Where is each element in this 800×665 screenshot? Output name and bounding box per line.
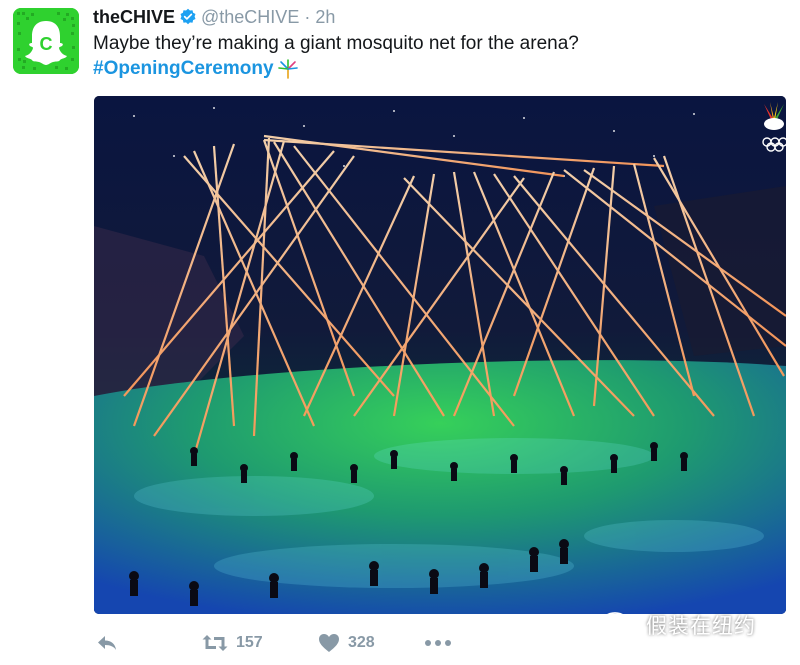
reply-button[interactable] [96, 628, 118, 658]
hashtag-link[interactable]: #OpeningCeremony [93, 58, 274, 80]
author-handle[interactable]: @theCHIVE [201, 7, 299, 28]
tweet-text: Maybe they’re making a giant mosquito ne… [93, 33, 579, 54]
verified-badge-icon [180, 8, 196, 25]
retweet-count: 157 [236, 634, 263, 651]
heart-icon [319, 634, 339, 652]
separator-dot: · [304, 6, 311, 27]
more-button[interactable] [424, 628, 452, 658]
tweet-header: theCHIVE @theCHIVE · 2h [93, 5, 335, 29]
retweet-button[interactable]: 157 [202, 628, 263, 658]
avatar-letter: C [40, 34, 53, 54]
avatar[interactable]: C [13, 8, 79, 74]
like-count: 328 [348, 634, 375, 651]
firework-icon [277, 59, 298, 79]
retweet-icon [202, 635, 228, 651]
reply-icon [98, 636, 116, 650]
opening-ceremony-image [94, 96, 786, 614]
tweet-photo[interactable] [94, 96, 786, 614]
more-dots-icon [425, 640, 451, 646]
author-name[interactable]: theCHIVE [93, 7, 175, 28]
snapcode-ghost-icon: C [13, 8, 79, 74]
hashtag-row: #OpeningCeremony [93, 58, 299, 80]
like-button[interactable]: 328 [318, 628, 375, 658]
tweet-actions: 157 328 [94, 628, 794, 658]
timestamp[interactable]: 2h [315, 7, 335, 28]
